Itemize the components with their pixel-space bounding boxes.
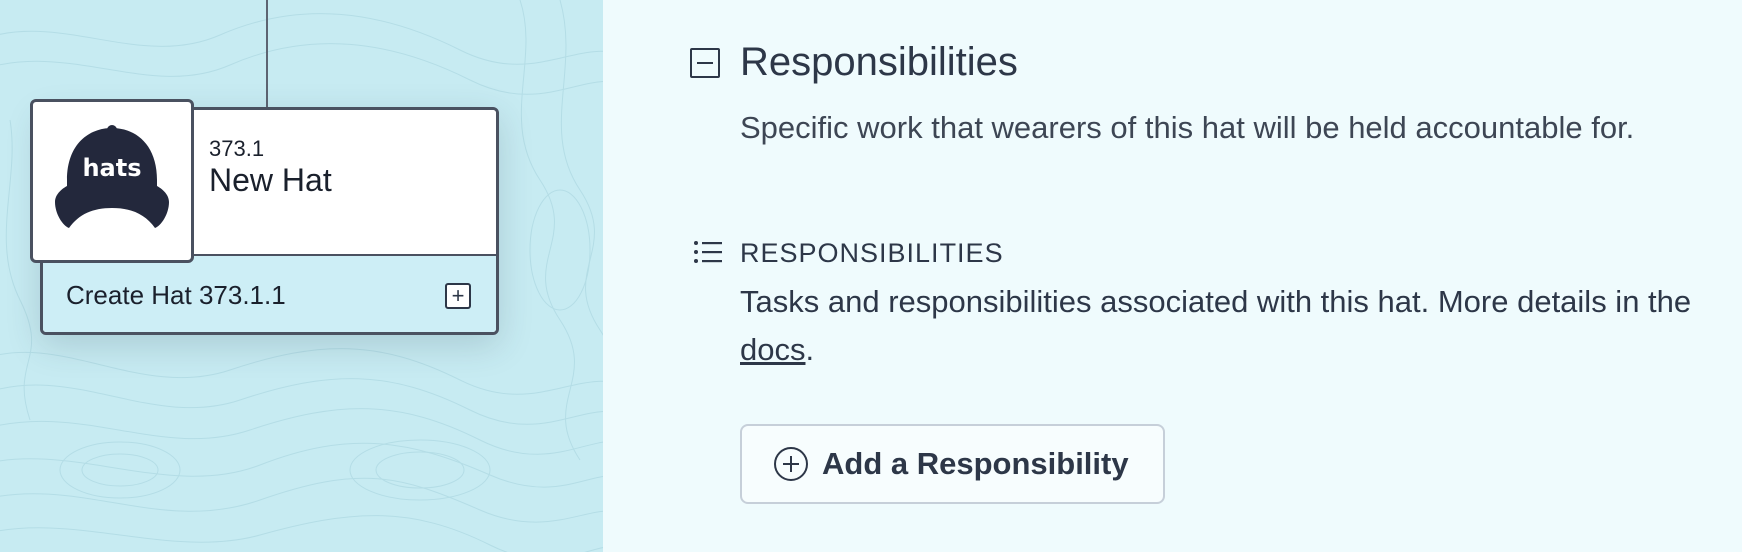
section-description: Specific work that wearers of this hat w… xyxy=(740,110,1635,145)
hat-name: New Hat xyxy=(209,162,332,198)
docs-link[interactable]: docs xyxy=(740,332,805,367)
detail-panel: Responsibilities Specific work that wear… xyxy=(603,0,1742,552)
tree-connector-line xyxy=(266,0,268,108)
collapse-icon[interactable] xyxy=(690,48,720,78)
plus-square-icon[interactable]: + xyxy=(445,283,471,309)
add-responsibility-label: Add a Responsibility xyxy=(822,446,1129,481)
hat-cap-icon: hats xyxy=(55,125,169,228)
responsibilities-description-text: Tasks and responsibilities associated wi… xyxy=(740,284,1692,319)
hat-image[interactable]: hats xyxy=(30,99,194,263)
list-icon xyxy=(694,241,722,263)
hat-image-text: hats xyxy=(82,154,141,182)
create-hat-row[interactable]: Create Hat 373.1.1 + xyxy=(43,256,496,332)
add-responsibility-button[interactable]: Add a Responsibility xyxy=(740,424,1165,504)
create-hat-label: Create Hat 373.1.1 xyxy=(66,280,286,310)
tree-canvas[interactable]: 373.1 New Hat Create Hat 373.1.1 + hats xyxy=(0,0,603,552)
hat-id: 373.1 xyxy=(209,136,265,161)
responsibilities-description: Tasks and responsibilities associated wi… xyxy=(740,278,1730,374)
responsibilities-description-suffix: . xyxy=(805,332,815,367)
plus-circle-icon xyxy=(774,447,808,481)
responsibilities-label: RESPONSIBILITIES xyxy=(740,238,1004,268)
section-title: Responsibilities xyxy=(740,40,1018,84)
